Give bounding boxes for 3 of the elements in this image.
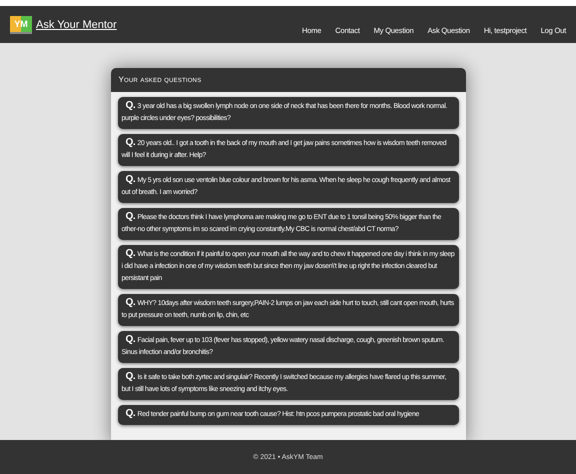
logo-icon: YM bbox=[10, 16, 32, 34]
brand-link[interactable]: Ask Your Mentor bbox=[36, 18, 117, 30]
card-title: Your asked questions bbox=[110, 68, 466, 92]
